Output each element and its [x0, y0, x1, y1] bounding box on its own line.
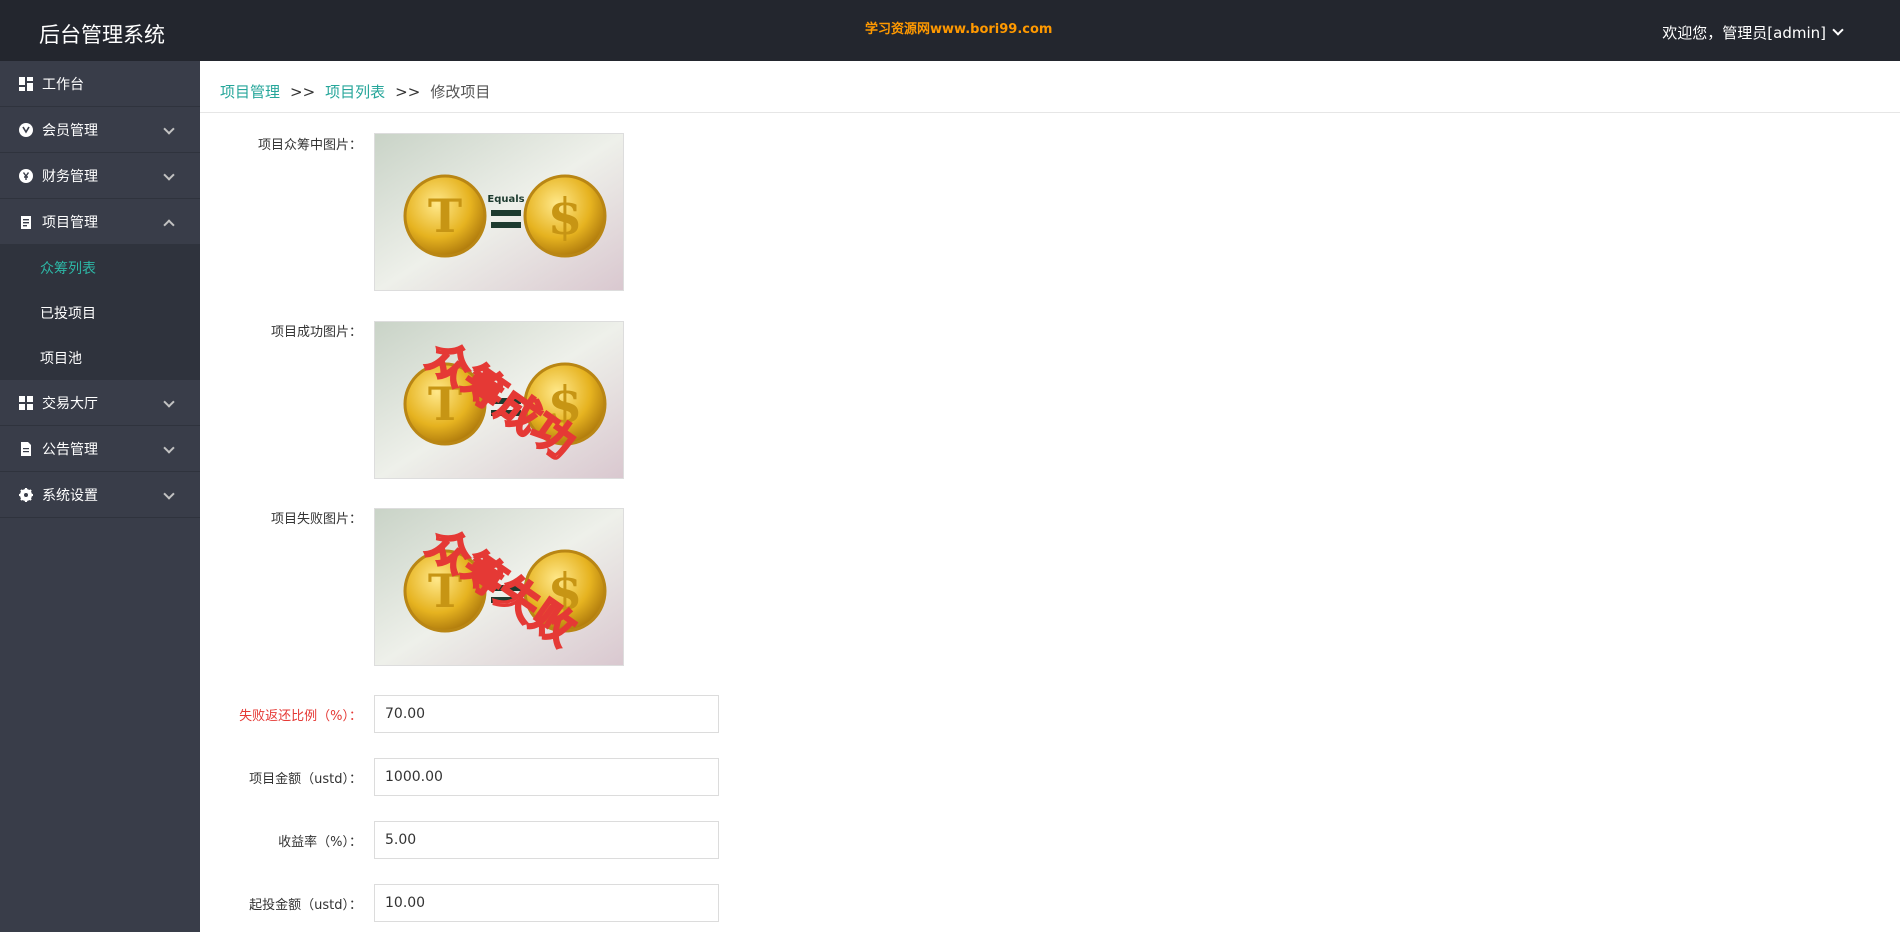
sidebar-item-label: 项目管理: [42, 214, 98, 231]
refund-ratio-input[interactable]: [374, 695, 719, 733]
breadcrumb-project-list[interactable]: 项目列表: [325, 81, 385, 102]
yen-icon: [18, 168, 34, 184]
crowdfunding-image-label: 项目众筹中图片：: [257, 138, 362, 153]
svg-text:$: $: [548, 187, 583, 246]
gear-icon: [18, 487, 34, 503]
chevron-up-icon: [163, 219, 175, 231]
sidebar-subitem-crowdfunding-list[interactable]: 众筹列表: [0, 245, 200, 290]
document-icon: [18, 441, 34, 457]
sidebar-item-dashboard[interactable]: 工作台: [0, 61, 200, 107]
fail-image[interactable]: T $ 众筹失败: [374, 508, 624, 666]
sidebar-item-label: 公告管理: [42, 441, 98, 458]
yield-rate-label: 收益率（%）：: [278, 835, 362, 850]
fail-image-label: 项目失败图片：: [270, 512, 362, 527]
user-greeting: 欢迎您，管理员[admin]: [1662, 24, 1826, 42]
success-image[interactable]: T $ 众筹成功: [374, 321, 624, 479]
sidebar-item-label: 交易大厅: [42, 395, 98, 412]
yield-rate-input[interactable]: [374, 821, 719, 859]
project-amount-label: 项目金额（ustd）：: [249, 772, 362, 787]
app-title: 后台管理系统: [39, 23, 165, 47]
chevron-down-icon: [163, 169, 175, 181]
equals-caption: Equals: [487, 194, 524, 205]
sidebar-item-label: 系统设置: [42, 487, 98, 504]
sidebar: 工作台 会员管理 财务管理 项目管理 众筹列表 已投项目 项目池 交易大厅 公告…: [0, 61, 200, 932]
svg-text:T: T: [428, 189, 462, 243]
clipboard-icon: [18, 214, 34, 230]
min-invest-label: 起投金额（ustd）：: [249, 898, 362, 913]
sidebar-item-label: 工作台: [42, 76, 84, 93]
sidebar-item-projects[interactable]: 项目管理: [0, 199, 200, 245]
sidebar-item-finance[interactable]: 财务管理: [0, 153, 200, 199]
trade-grid-icon: [18, 395, 34, 411]
chevron-down-icon: [163, 123, 175, 135]
chevron-down-icon: [163, 442, 175, 454]
breadcrumb-separator: >>: [290, 82, 316, 101]
refund-ratio-label: 失败返还比例（%）：: [239, 709, 362, 724]
breadcrumb-separator: >>: [395, 82, 421, 101]
success-image-label: 项目成功图片：: [270, 325, 362, 340]
breadcrumb-project-management[interactable]: 项目管理: [220, 81, 280, 102]
sidebar-item-announcements[interactable]: 公告管理: [0, 426, 200, 472]
chevron-down-icon: [163, 488, 175, 500]
min-invest-input[interactable]: [374, 884, 719, 922]
sidebar-subitem-project-pool[interactable]: 项目池: [0, 335, 200, 380]
user-menu[interactable]: 欢迎您，管理员[admin]: [1662, 22, 1844, 43]
chevron-down-icon: [1832, 24, 1844, 36]
divider: [200, 112, 1900, 113]
breadcrumb: 项目管理 >> 项目列表 >> 修改项目: [220, 81, 490, 102]
sidebar-item-trading-hall[interactable]: 交易大厅: [0, 380, 200, 426]
breadcrumb-current: 修改项目: [430, 83, 491, 101]
dashboard-icon: [18, 76, 34, 92]
project-amount-input[interactable]: [374, 758, 719, 796]
sidebar-item-label: 财务管理: [42, 168, 98, 185]
crowdfunding-image[interactable]: T Equals $: [374, 133, 624, 291]
chevron-down-icon: [163, 396, 175, 408]
top-header: 后台管理系统 学习资源网www.bori99.com 欢迎您，管理员[admin…: [0, 0, 1900, 61]
watermark-text: 学习资源网www.bori99.com: [865, 22, 1053, 37]
